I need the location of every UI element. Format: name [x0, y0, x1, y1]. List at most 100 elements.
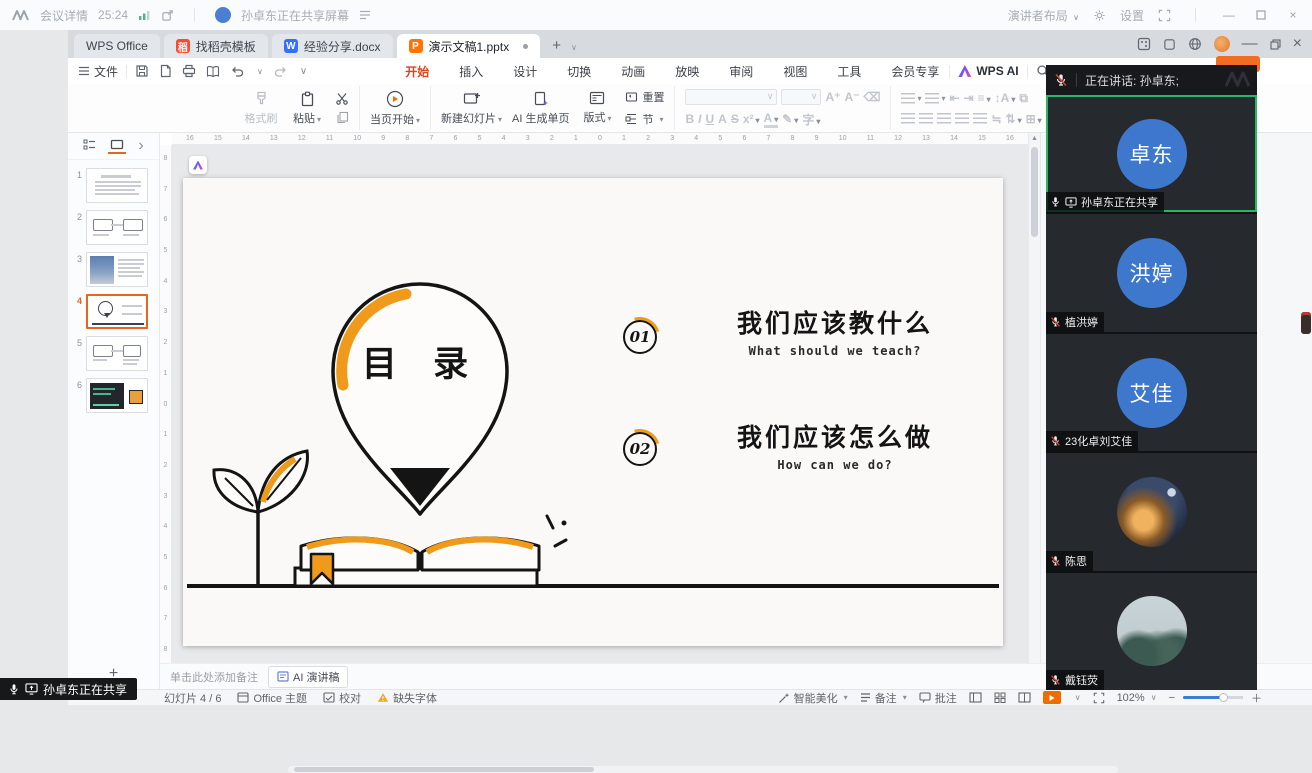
slideshow-play-dropdown[interactable]: ∨	[1075, 693, 1081, 702]
ai-script-button[interactable]: AI 演讲稿	[268, 666, 348, 688]
tab-wps-office[interactable]: W WPS Office	[74, 34, 160, 58]
video-tile-liuaijia[interactable]: 艾佳 23化卓刘艾佳	[1046, 332, 1257, 451]
print-icon[interactable]	[182, 64, 196, 78]
menu-view[interactable]: 视图	[781, 59, 809, 84]
menu-transition[interactable]: 切换	[565, 59, 593, 84]
section-button[interactable]: 节▾	[625, 111, 664, 127]
slide-sorter-view-button[interactable]	[994, 692, 1006, 703]
redo-icon[interactable]	[273, 65, 288, 78]
slide-thumb-4[interactable]: 4	[68, 294, 159, 329]
menu-tools[interactable]: 工具	[835, 59, 863, 84]
justify-button[interactable]	[955, 113, 969, 124]
align-objects-button[interactable]: ⊞▾	[1026, 112, 1042, 126]
wps-restore-button[interactable]	[1270, 39, 1281, 50]
tab-list-chevron[interactable]: ∨	[571, 43, 577, 52]
convert-smartart-button[interactable]: ⧉	[1019, 91, 1028, 106]
undo-icon[interactable]	[230, 65, 245, 78]
zoom-slider[interactable]: − ＋	[1169, 690, 1262, 706]
video-tile-daiyuying[interactable]: 戴钰荧	[1046, 571, 1257, 690]
normal-view-button[interactable]	[969, 692, 982, 703]
settings-button[interactable]: 设置	[1120, 7, 1144, 24]
paragraph-more-button[interactable]: ⇅▾	[1006, 112, 1022, 126]
tab-pptx-active[interactable]: P 演示文稿1.pptx	[397, 34, 541, 58]
menu-insert[interactable]: 插入	[457, 59, 485, 84]
video-tile-chensi[interactable]: 陈思	[1046, 451, 1257, 570]
clear-format-button[interactable]: ⌫	[863, 90, 880, 104]
menu-home[interactable]: 开始	[403, 59, 431, 84]
slide-canvas[interactable]: 目 录 01 我们应该教什么 What should we teach? 02 …	[183, 178, 1003, 646]
decrease-font-button[interactable]: A⁻	[844, 90, 859, 104]
apps-cube-icon[interactable]	[1137, 37, 1151, 51]
proofing-button[interactable]: 校对	[323, 690, 361, 706]
format-painter-button[interactable]: 格式刷	[243, 91, 279, 126]
missing-font-warning[interactable]: 缺失字体	[377, 690, 437, 706]
save-icon[interactable]	[135, 64, 149, 78]
fullscreen-icon[interactable]	[1158, 9, 1171, 22]
distribute-button[interactable]	[973, 113, 987, 124]
copy-icon[interactable]	[335, 111, 349, 124]
wps-close-button[interactable]: ×	[1293, 35, 1302, 53]
char-border-button[interactable]: A	[718, 112, 727, 126]
sharing-menu-icon[interactable]	[359, 10, 371, 20]
decrease-indent-button[interactable]: ⇤	[949, 91, 959, 105]
toc-item-1-title[interactable]: 我们应该教什么	[717, 304, 953, 340]
outline-view-toggle[interactable]	[83, 139, 96, 153]
align-left-button[interactable]	[901, 113, 915, 124]
zoom-level[interactable]: 102%∨	[1117, 692, 1157, 704]
toc-item-1-number[interactable]: 01	[623, 320, 657, 354]
slide-thumb-2[interactable]: 2	[68, 210, 159, 245]
more-font-button[interactable]: 字▾	[802, 111, 820, 128]
file-menu[interactable]: 文件	[68, 63, 118, 80]
tab-docer-template[interactable]: 稻 找稻壳模板	[164, 34, 268, 58]
underline-button[interactable]: U	[706, 112, 715, 126]
slide-layout-button[interactable]: 版式▾	[579, 91, 615, 125]
zoom-in-button[interactable]: ＋	[1251, 690, 1262, 706]
paste-button[interactable]: 粘贴▾	[289, 91, 325, 126]
wps-ai-floating-button[interactable]	[189, 156, 207, 174]
font-family-select[interactable]: ∨	[685, 89, 777, 105]
meeting-minimize-button[interactable]: —	[1220, 6, 1238, 24]
video-tile-sunzhuodong[interactable]: 卓东 孙卓东正在共享	[1046, 95, 1257, 212]
my-mic-muted-icon[interactable]	[1054, 73, 1068, 87]
font-size-select[interactable]: ∨	[781, 89, 821, 105]
font-color-button[interactable]: A▾	[764, 111, 779, 128]
align-right-button[interactable]	[937, 113, 951, 124]
play-from-current-button[interactable]: 当页开始▾	[370, 90, 420, 127]
increase-font-button[interactable]: A⁺	[825, 90, 840, 104]
slide-view-toggle[interactable]	[110, 139, 124, 153]
speaker-layout-button[interactable]: 演讲者布局 ∨	[1008, 7, 1079, 24]
increase-indent-button[interactable]: ⇥	[964, 91, 974, 105]
meeting-details-link[interactable]: 会议详情	[40, 7, 88, 24]
strikethrough-button[interactable]: S	[731, 112, 739, 126]
menu-animation[interactable]: 动画	[619, 59, 647, 84]
highlight-color-button[interactable]: ✎▾	[782, 112, 798, 126]
print-preview-icon[interactable]	[206, 65, 220, 78]
toc-item-1-subtitle[interactable]: What should we teach?	[717, 344, 953, 358]
menu-review[interactable]: 审阅	[727, 59, 755, 84]
beautify-button[interactable]: 智能美化▾	[778, 690, 848, 706]
settings-gear-icon[interactable]	[1093, 9, 1106, 22]
slideshow-play-button[interactable]	[1043, 691, 1061, 704]
slide-thumb-1[interactable]: 1	[68, 168, 159, 203]
comments-button[interactable]: 批注	[919, 690, 957, 706]
vertical-scrollbar[interactable]: ▲	[1028, 133, 1040, 663]
align-center-button[interactable]	[919, 113, 933, 124]
text-direction-button[interactable]: ↕A▾	[995, 91, 1016, 105]
numbering-button[interactable]: ▾	[925, 93, 945, 104]
output-pdf-icon[interactable]	[159, 64, 172, 78]
toc-item-2-subtitle[interactable]: How can we do?	[717, 458, 953, 472]
new-tab-button[interactable]: +	[552, 37, 561, 54]
meeting-maximize-button[interactable]	[1252, 6, 1270, 24]
menu-member[interactable]: 会员专享	[889, 59, 941, 84]
superscript-button[interactable]: x²▾	[743, 112, 760, 126]
globe-icon[interactable]	[1188, 37, 1202, 51]
cut-icon[interactable]	[335, 92, 349, 105]
undo-dropdown[interactable]: ∨	[257, 67, 263, 76]
account-avatar[interactable]	[1214, 36, 1230, 52]
zoom-out-button[interactable]: −	[1169, 692, 1175, 704]
wps-minimize-button[interactable]: —	[1242, 35, 1258, 53]
sharing-status-badge[interactable]: 孙卓东正在共享	[0, 678, 137, 700]
menu-slideshow[interactable]: 放映	[673, 59, 701, 84]
italic-button[interactable]: I	[698, 112, 701, 126]
theme-button[interactable]: Office 主题	[237, 690, 307, 706]
